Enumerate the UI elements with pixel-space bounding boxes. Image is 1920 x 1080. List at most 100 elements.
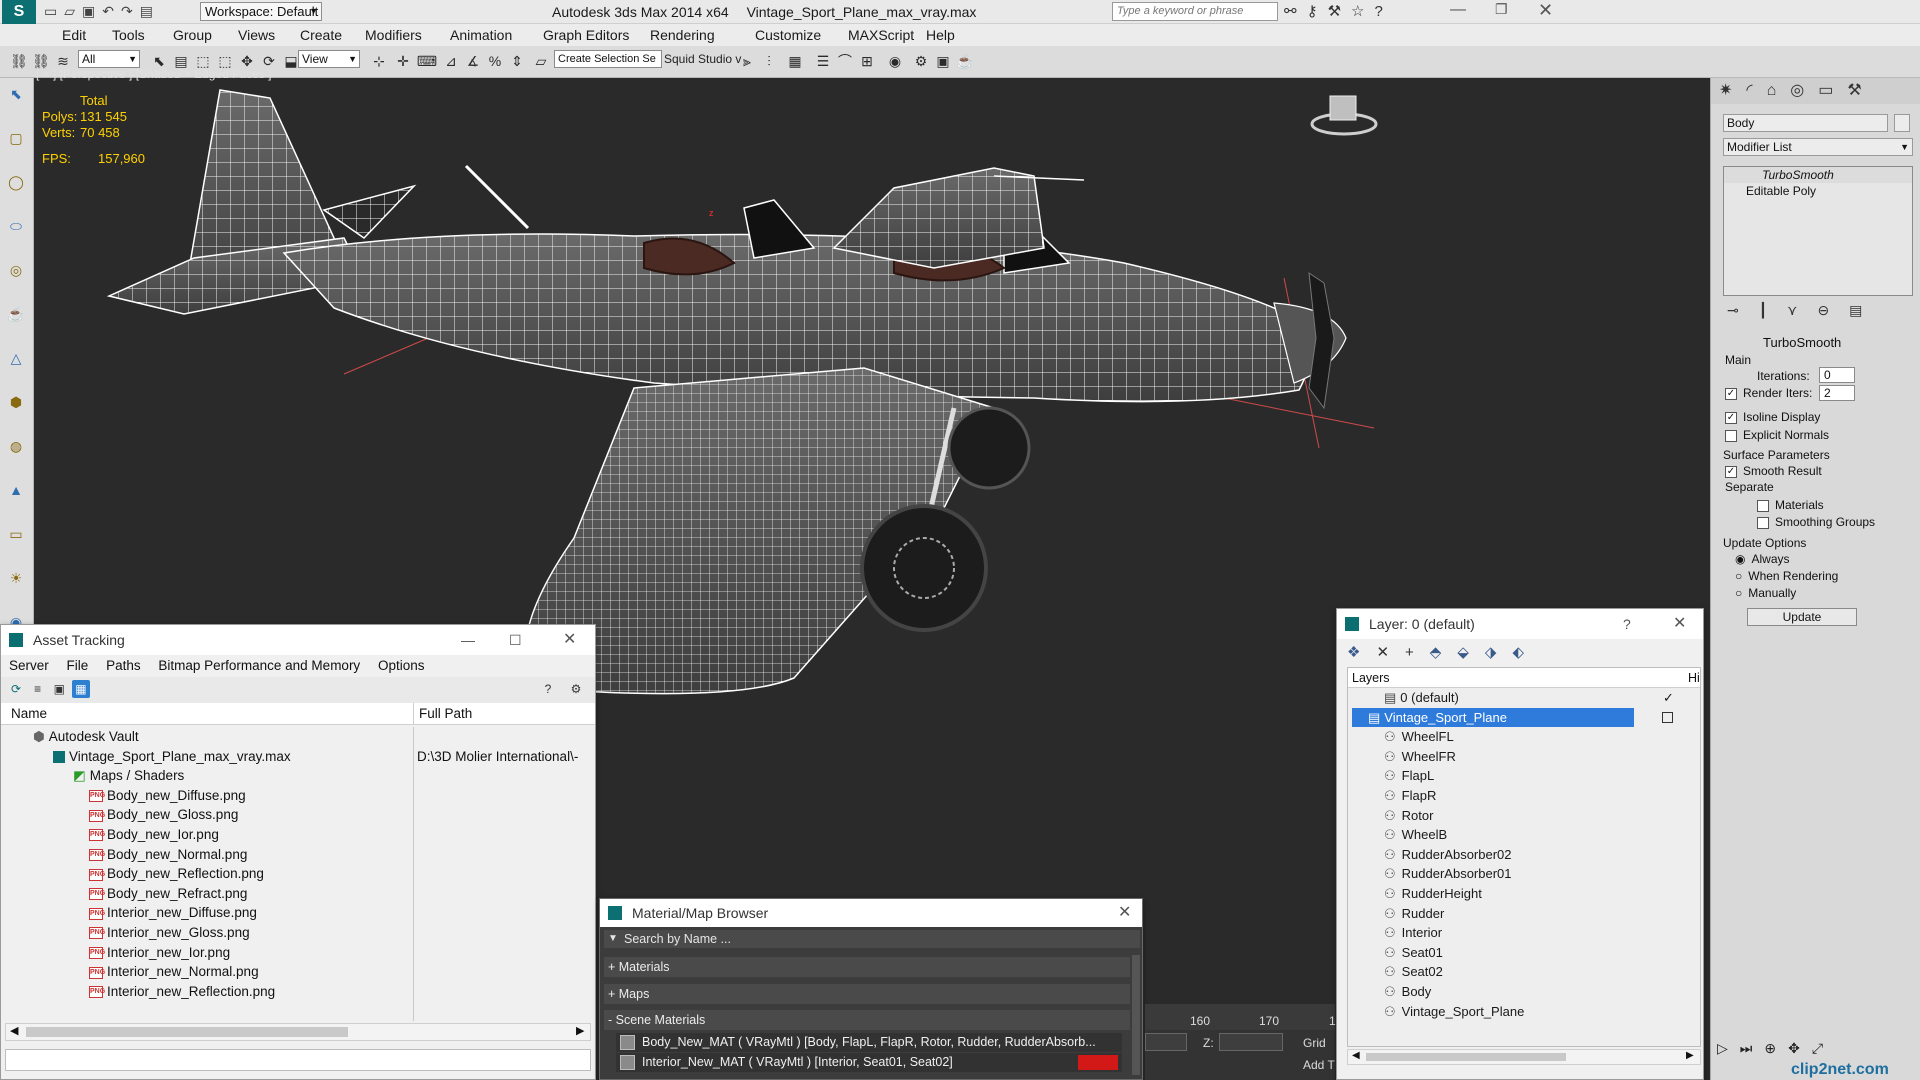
create-plane-icon[interactable]: ▭ (5, 524, 27, 544)
save-icon[interactable]: ▣ (82, 3, 102, 19)
viewport-label[interactable]: [ + ] [Perspective ] [Shaded + Edged Fac… (36, 67, 271, 81)
menu-rendering[interactable]: Rendering (650, 27, 715, 43)
smoothing-groups-row[interactable]: Smoothing Groups (1757, 515, 1875, 529)
layer-object-row[interactable]: ⚇ RudderHeight (1348, 884, 1700, 904)
isoline-display-row[interactable]: ✓ Isoline Display (1725, 410, 1820, 424)
isoline-checkbox[interactable]: ✓ (1725, 411, 1737, 424)
object-name-field[interactable]: Body (1723, 114, 1888, 132)
render-icon[interactable]: ☕ (954, 51, 976, 71)
freeze-all-icon[interactable]: ⬖ (1512, 644, 1540, 661)
maximize-viewport-icon[interactable]: ⤢ (1812, 1040, 1835, 1056)
snaps-toggle-icon[interactable]: ⊿ (440, 51, 462, 71)
always-radio[interactable]: ◉ (1735, 552, 1745, 566)
layer-object-row[interactable]: ⚇ WheelFL (1348, 727, 1700, 747)
create-layer-icon[interactable]: ❖ (1347, 644, 1376, 661)
create-cone-icon[interactable]: △ (5, 348, 27, 368)
map-file-row[interactable]: PNG Body_new_Refract.png (5, 884, 591, 904)
modifier-list-dropdown[interactable]: Modifier List ▼ (1723, 138, 1913, 156)
menu-server[interactable]: Server (9, 658, 49, 673)
schematic-view-icon[interactable]: ⊞ (856, 51, 878, 71)
menu-create[interactable]: Create (300, 27, 342, 43)
reference-coordinate-dropdown[interactable]: View ▼ (298, 50, 360, 68)
create-tube-icon[interactable]: ◍ (5, 436, 27, 456)
settings-icon[interactable]: ⚙ (567, 680, 585, 698)
active-layer-check-icon[interactable]: ✓ (1663, 688, 1674, 708)
section-maps[interactable]: + Maps (604, 984, 1130, 1004)
create-light-icon[interactable]: ☀ (5, 568, 27, 588)
smooth-result-row[interactable]: ✓ Smooth Result (1725, 464, 1822, 478)
timeline-strip[interactable]: 160 170 1 (1145, 1004, 1336, 1030)
list-view-icon[interactable]: ≡ (29, 680, 47, 698)
edit-named-selection-icon[interactable]: ▱ (530, 51, 552, 71)
object-color-swatch[interactable] (1894, 114, 1910, 132)
vault-row[interactable]: ⬢ Autodesk Vault (5, 727, 591, 747)
new-file-icon[interactable]: ▭ (44, 3, 64, 19)
hide-column-header[interactable]: Hi (1688, 668, 1700, 688)
column-fullpath-header[interactable]: Full Path (419, 703, 472, 725)
pivot-center-icon[interactable]: ⊹ (368, 51, 390, 71)
material-editor-icon[interactable]: ◉ (884, 51, 906, 71)
render-iters-spinner[interactable]: 2 (1819, 385, 1855, 401)
maps-group-row[interactable]: ◩ Maps / Shaders (5, 766, 591, 786)
align-icon[interactable]: ⫶ (758, 51, 780, 71)
menu-tools[interactable]: Tools (112, 27, 145, 43)
max-file-row[interactable]: Vintage_Sport_Plane_max_vray.max D:\3D M… (5, 747, 591, 767)
menu-views[interactable]: Views (238, 27, 275, 43)
play-icon[interactable]: ▷ (1717, 1040, 1740, 1056)
menu-options[interactable]: Options (378, 658, 425, 673)
zoom-icon[interactable]: ⊕ (1764, 1040, 1788, 1056)
highlight-layer-icon[interactable]: ⬙ (1457, 644, 1485, 661)
open-file-icon[interactable]: ▱ (64, 3, 82, 19)
section-materials[interactable]: + Materials (604, 957, 1130, 977)
pan-icon[interactable]: ✥ (1788, 1040, 1812, 1056)
layer-object-row[interactable]: ⚇ Interior (1348, 923, 1700, 943)
tools-icon[interactable]: ⚒ (1328, 3, 1351, 20)
material-browser-titlebar[interactable]: Material/Map Browser ✕ (600, 899, 1142, 927)
menu-maxscript[interactable]: MAXScript (848, 27, 914, 43)
rollout-title[interactable]: TurboSmooth (1763, 335, 1841, 350)
layer-object-row[interactable]: ⚇ FlapR (1348, 786, 1700, 806)
layer-manager-icon[interactable]: ▦ (784, 51, 806, 71)
help-icon[interactable]: ? (1374, 3, 1392, 20)
materials-checkbox[interactable] (1757, 499, 1769, 512)
menu-paths[interactable]: Paths (106, 658, 141, 673)
squid-studio-label[interactable]: Squid Studio v (664, 52, 741, 66)
layer-horizontal-scrollbar[interactable]: ◀ ▶ (1347, 1049, 1701, 1065)
menu-customize[interactable]: Customize (755, 27, 821, 43)
wheel-far[interactable] (947, 406, 1031, 490)
map-file-row[interactable]: PNG Body_new_Gloss.png (5, 805, 591, 825)
create-tab-icon[interactable]: ✷ (1719, 82, 1746, 99)
horizontal-scrollbar[interactable]: ◀ ▶ (5, 1023, 591, 1041)
scroll-left-icon[interactable]: ◀ (1352, 1050, 1360, 1061)
material-item-body[interactable]: Body_New_MAT ( VRayMtl ) [Body, FlapL, F… (616, 1033, 1122, 1052)
undo-icon[interactable]: ↶ (102, 3, 121, 19)
remove-modifier-icon[interactable]: ⊖ (1817, 302, 1849, 318)
menu-modifiers[interactable]: Modifiers (365, 27, 422, 43)
scroll-left-icon[interactable]: ◀ (10, 1024, 18, 1037)
rendered-frame-icon[interactable]: ▣ (932, 51, 954, 71)
modify-tab-icon[interactable]: ◜ (1746, 82, 1766, 99)
when-rendering-radio-row[interactable]: ○ When Rendering (1735, 569, 1838, 583)
pin-stack-icon[interactable]: ⊸ (1727, 302, 1759, 318)
iterations-spinner[interactable]: 0 (1819, 367, 1855, 383)
configure-sets-icon[interactable]: ▤ (1849, 302, 1882, 318)
hide-toggle-box[interactable] (1662, 711, 1673, 723)
curve-editor-icon[interactable]: ⌒ (834, 51, 856, 71)
map-file-row[interactable]: PNG Interior_new_Reflection.png (5, 982, 591, 1002)
column-divider[interactable] (413, 703, 414, 725)
smoothing-groups-checkbox[interactable] (1757, 516, 1769, 529)
modifier-turbosmooth[interactable]: TurboSmooth (1724, 167, 1912, 183)
scale-icon[interactable]: ⬓ (280, 51, 302, 71)
scroll-right-icon[interactable]: ▶ (576, 1024, 584, 1037)
key-icon[interactable]: ⚷ (1307, 3, 1328, 20)
explicit-normals-row[interactable]: Explicit Normals (1725, 428, 1829, 442)
maximize-button[interactable]: ☐ (509, 625, 522, 655)
create-geosphere-icon[interactable]: ⬢ (5, 392, 27, 412)
section-scene-materials[interactable]: - Scene Materials (604, 1010, 1130, 1030)
hide-all-icon[interactable]: ⬗ (1485, 644, 1513, 661)
delete-layer-icon[interactable]: ✕ (1376, 644, 1405, 661)
smooth-result-checkbox[interactable]: ✓ (1725, 465, 1737, 478)
table-view-icon[interactable]: ▦ (71, 680, 90, 698)
menu-file[interactable]: File (67, 658, 89, 673)
material-search-input[interactable]: ▼ Search by Name ... (604, 930, 1140, 948)
